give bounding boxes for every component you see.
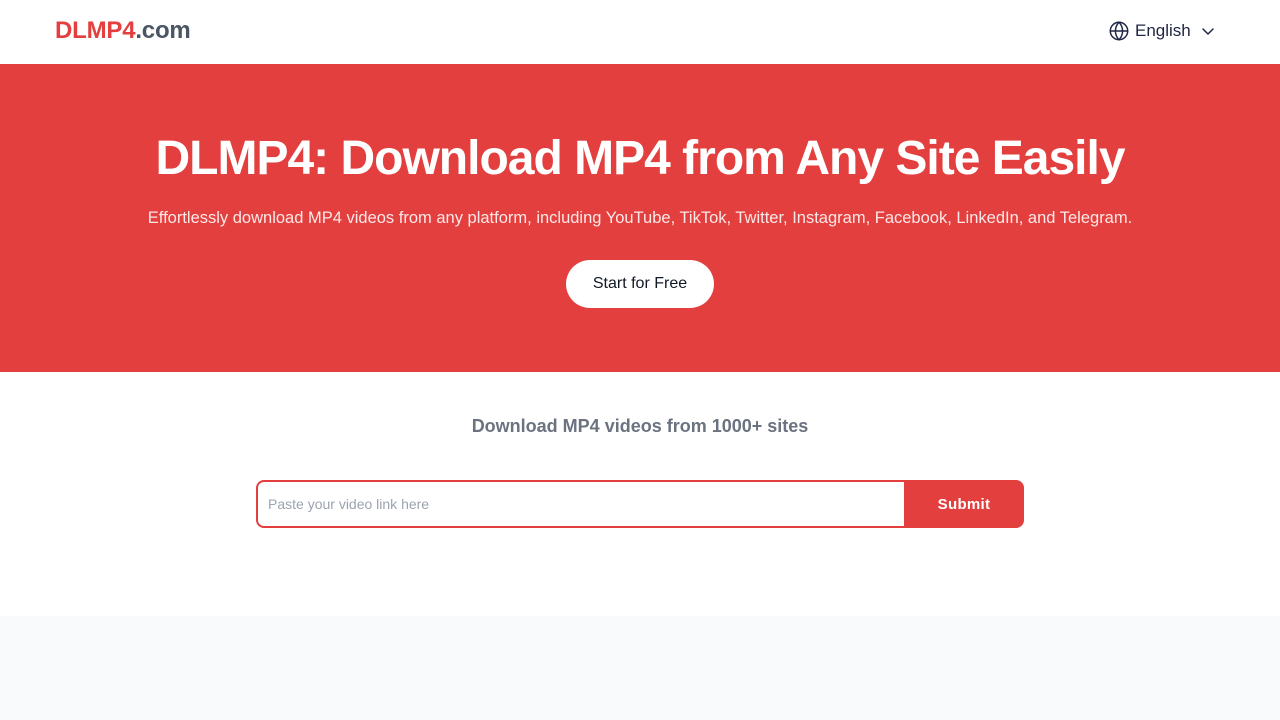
site-header: DLMP4.com English	[0, 0, 1280, 64]
download-form: Submit	[256, 480, 1024, 528]
hero-subtitle: Effortlessly download MP4 videos from an…	[147, 209, 1133, 227]
hero-section: DLMP4: Download MP4 from Any Site Easily…	[0, 64, 1280, 372]
hero-title: DLMP4: Download MP4 from Any Site Easily	[155, 132, 1125, 185]
download-heading: Download MP4 videos from 1000+ sites	[471, 416, 809, 436]
globe-icon	[1109, 21, 1129, 41]
lower-section	[0, 616, 1280, 720]
start-for-free-button[interactable]: Start for Free	[566, 260, 714, 308]
language-selector[interactable]: English	[1108, 19, 1216, 43]
language-label: English	[1135, 21, 1191, 40]
chevron-down-icon	[1202, 28, 1214, 35]
download-section: Download MP4 videos from 1000+ sites Sub…	[0, 372, 1280, 616]
logo-tld: .com	[135, 17, 191, 44]
video-link-input[interactable]	[256, 480, 904, 528]
submit-button[interactable]: Submit	[904, 480, 1024, 528]
logo-brand: DLMP4	[55, 17, 136, 44]
site-logo[interactable]: DLMP4.com	[55, 16, 191, 46]
